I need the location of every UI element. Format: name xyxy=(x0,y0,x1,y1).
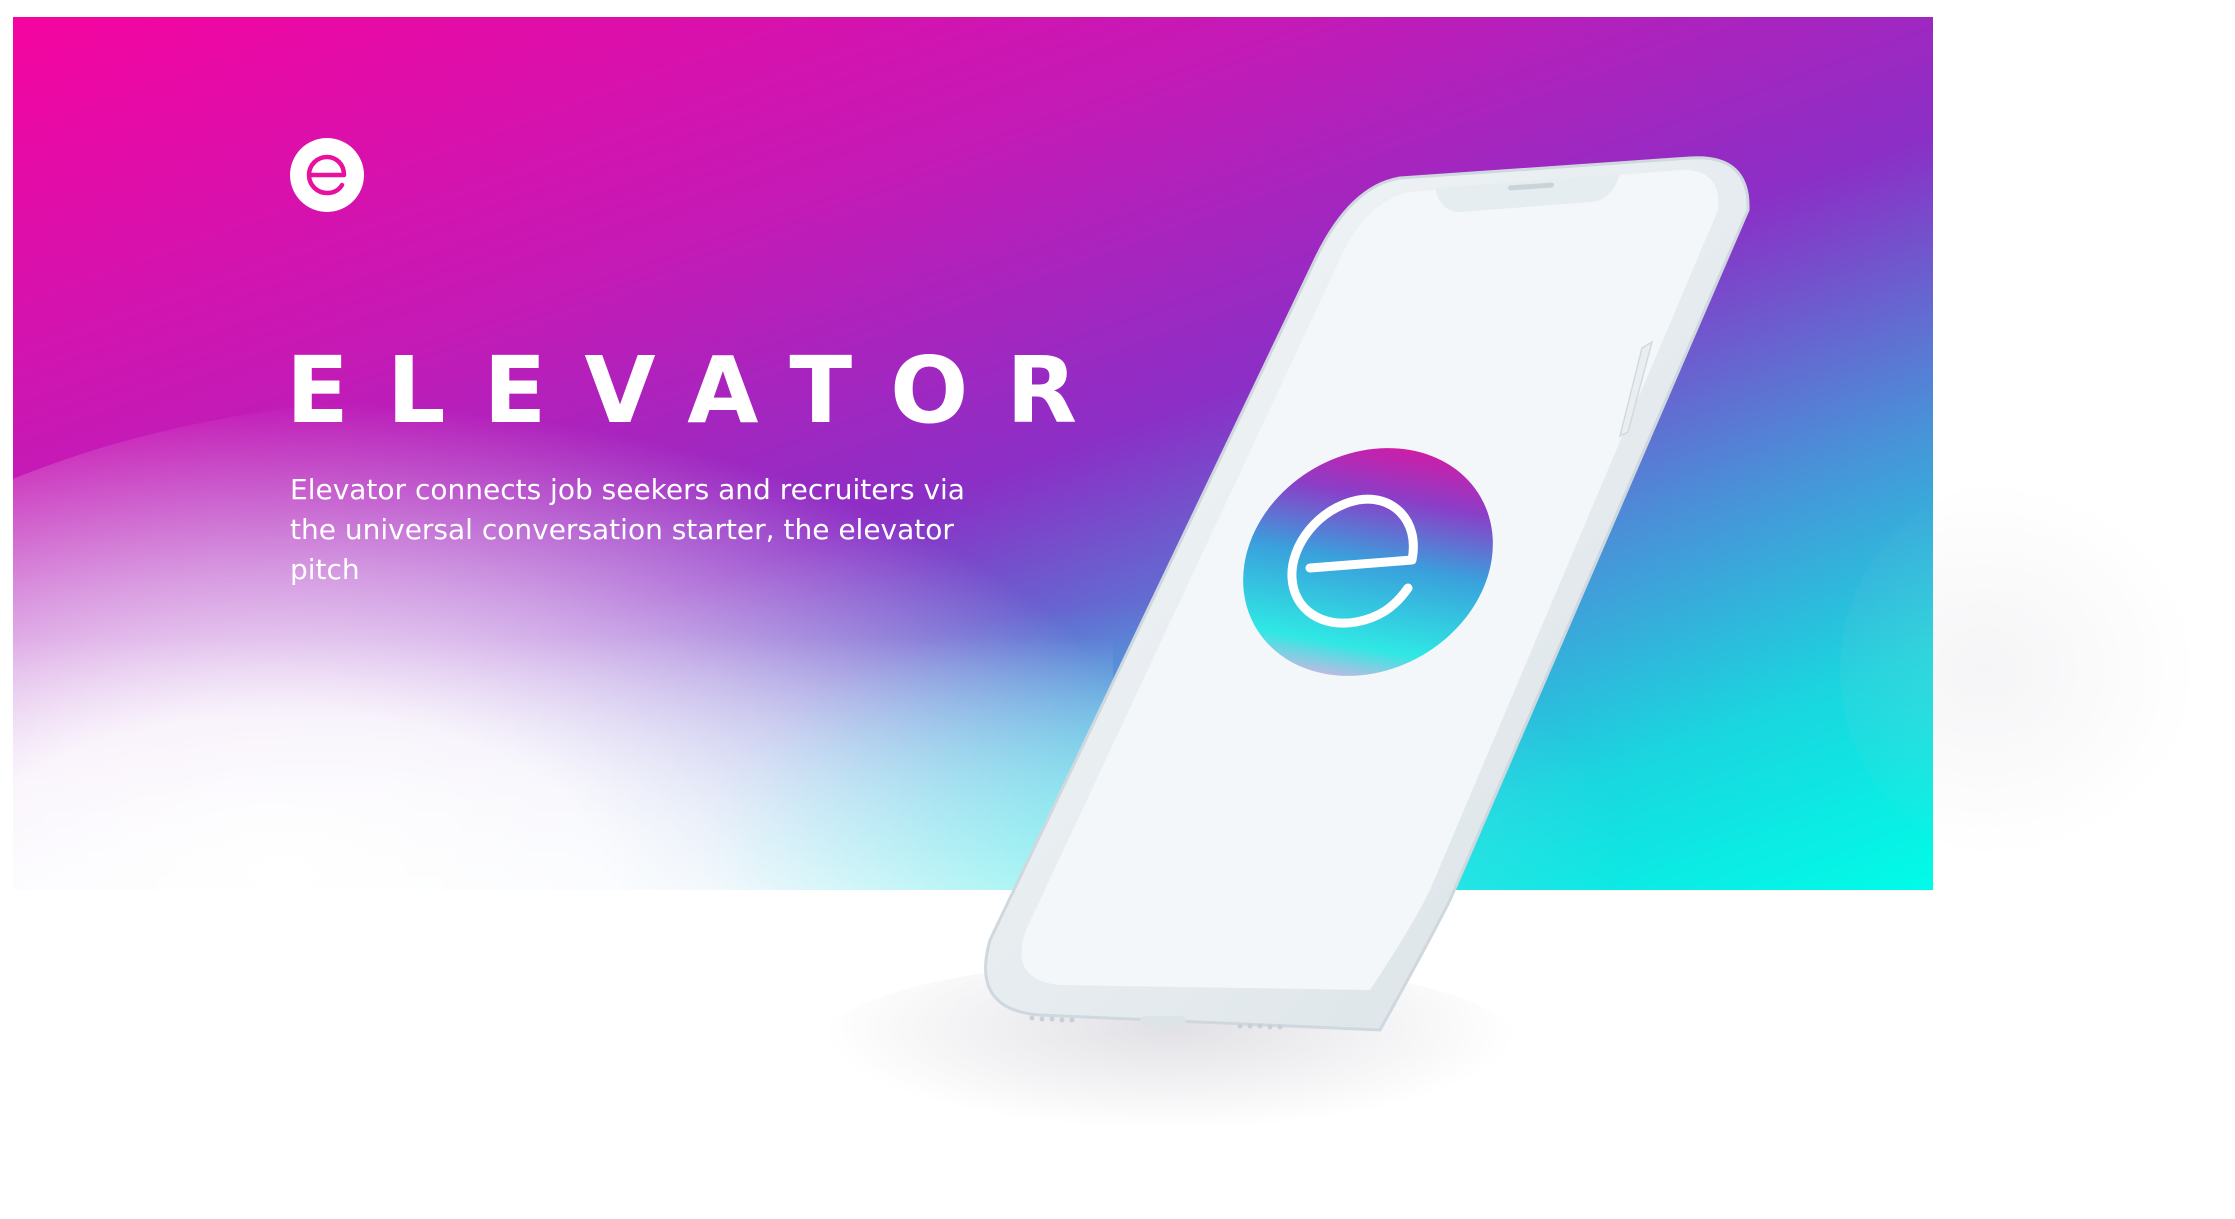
hero-page: ELEVATOR Elevator connects job seekers a… xyxy=(0,0,2235,1219)
background-glow xyxy=(1840,480,2200,860)
banner-fade xyxy=(13,637,1113,890)
phone-mockup xyxy=(980,150,1780,1050)
elevator-logo-icon xyxy=(290,138,364,212)
app-tagline: Elevator connects job seekers and recrui… xyxy=(290,473,965,586)
